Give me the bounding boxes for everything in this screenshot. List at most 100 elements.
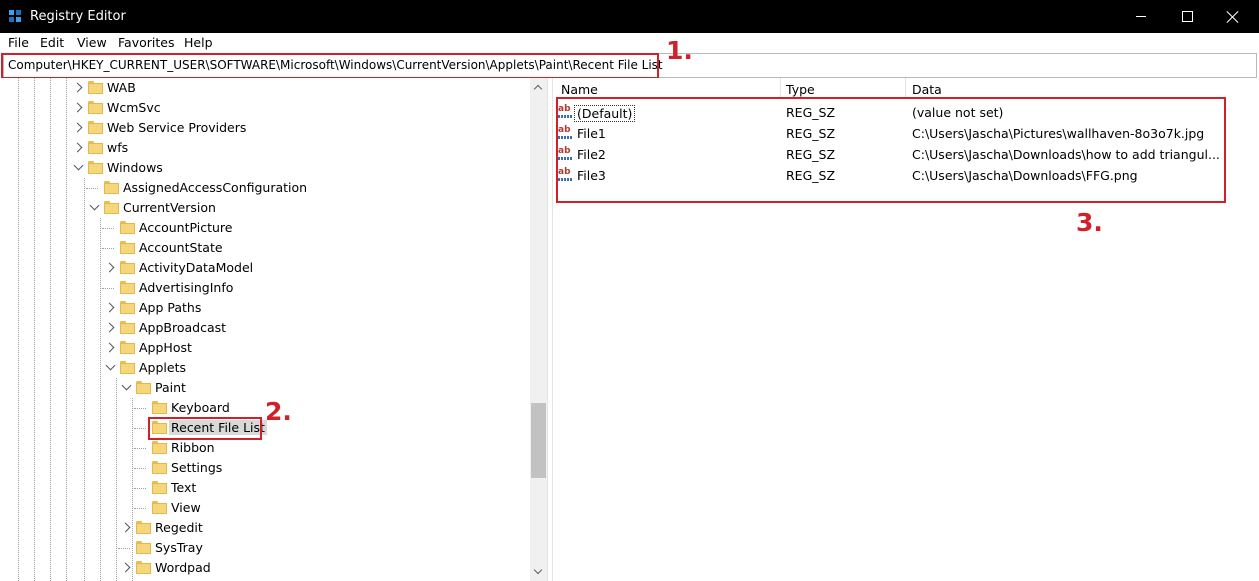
menu-favorites[interactable]: Favorites: [118, 35, 174, 50]
tree-scrollbar-thumb[interactable]: [531, 403, 546, 478]
column-header-data[interactable]: Data: [906, 78, 1246, 98]
title-bar[interactable]: Registry Editor: [0, 0, 1259, 33]
tree-node-label[interactable]: AccountState: [139, 240, 223, 255]
tree-guide-line: [134, 428, 146, 429]
menu-view[interactable]: View: [77, 35, 107, 50]
tree-node-label[interactable]: WcmSvc: [107, 100, 161, 115]
menu-edit[interactable]: Edit: [40, 35, 64, 50]
tree-node-label[interactable]: AdvertisingInfo: [139, 280, 233, 295]
close-button[interactable]: [1210, 0, 1256, 33]
tree-node-label[interactable]: Settings: [171, 460, 222, 475]
tree-node[interactable]: Wordpad: [0, 558, 530, 578]
tree-node[interactable]: SysTray: [0, 538, 530, 558]
tree-node-label[interactable]: AppBroadcast: [139, 320, 226, 335]
tree-node-label[interactable]: Wordpad: [155, 560, 211, 575]
menu-file[interactable]: File: [8, 35, 29, 50]
tree-node-label[interactable]: Regedit: [155, 520, 203, 535]
tree-guide-line: [134, 508, 146, 509]
tree-node[interactable]: AssignedAccessConfiguration: [0, 178, 530, 198]
tree-node[interactable]: AccountPicture: [0, 218, 530, 238]
chevron-right-icon[interactable]: [72, 102, 83, 113]
tree-node[interactable]: WcmSvc: [0, 98, 530, 118]
tree-node[interactable]: AppBroadcast: [0, 318, 530, 338]
tree-node-label[interactable]: wfs: [107, 140, 128, 155]
tree-node-label[interactable]: WAB: [107, 80, 136, 95]
tree-node-label[interactable]: ActivityDataModel: [139, 260, 253, 275]
tree-node-label[interactable]: AccountPicture: [139, 220, 232, 235]
chevron-right-icon[interactable]: [72, 122, 83, 133]
tree-node[interactable]: AppHost: [0, 338, 530, 358]
tree-node-label[interactable]: Applets: [139, 360, 186, 375]
chevron-down-icon[interactable]: [73, 160, 84, 171]
chevron-right-icon[interactable]: [104, 262, 115, 273]
close-icon: [1227, 11, 1239, 23]
chevron-right-icon[interactable]: [104, 342, 115, 353]
tree-node[interactable]: App Paths: [0, 298, 530, 318]
folder-icon: [152, 461, 167, 474]
chevron-down-icon[interactable]: [121, 380, 132, 391]
chevron-right-icon[interactable]: [120, 522, 131, 533]
tree-guide-line: [134, 488, 146, 489]
tree-node-label[interactable]: Keyboard: [171, 400, 230, 415]
folder-icon: [120, 281, 135, 294]
menu-help[interactable]: Help: [184, 35, 213, 50]
column-header-name[interactable]: Name: [553, 78, 780, 98]
tree-node-label[interactable]: Web Service Providers: [107, 120, 246, 135]
tree-node[interactable]: Windows: [0, 158, 530, 178]
tree-node-label[interactable]: SysTray: [155, 540, 203, 555]
tree-node-label[interactable]: Paint: [155, 380, 186, 395]
chevron-right-icon[interactable]: [120, 562, 131, 573]
tree-node-label[interactable]: Text: [171, 480, 196, 495]
folder-icon: [120, 301, 135, 314]
window-title: Registry Editor: [30, 9, 126, 24]
minimize-button[interactable]: [1118, 0, 1164, 33]
tree-guide-line: [102, 288, 114, 289]
scroll-down-arrow-icon[interactable]: [533, 565, 543, 575]
tree-node[interactable]: Paint: [0, 378, 530, 398]
tree-node[interactable]: wfs: [0, 138, 530, 158]
registry-editor-window: Registry Editor File Edit View Favorites…: [0, 0, 1259, 581]
folder-icon: [136, 541, 151, 554]
tree-scrollbar[interactable]: [530, 78, 547, 581]
maximize-icon: [1181, 11, 1193, 22]
chevron-down-icon[interactable]: [89, 200, 100, 211]
tree-node[interactable]: WAB: [0, 78, 530, 98]
tree-node[interactable]: AccountState: [0, 238, 530, 258]
chevron-down-icon[interactable]: [105, 360, 116, 371]
maximize-button[interactable]: [1164, 0, 1210, 33]
tree-node[interactable]: ActivityDataModel: [0, 258, 530, 278]
tree-node-label[interactable]: Windows: [107, 160, 163, 175]
tree-node[interactable]: Text: [0, 478, 530, 498]
folder-icon: [88, 81, 103, 94]
annotation-box-selected-key: [148, 417, 262, 440]
tree-node[interactable]: Applets: [0, 358, 530, 378]
tree-node-label[interactable]: View: [171, 500, 201, 515]
tree-node[interactable]: CurrentVersion: [0, 198, 530, 218]
column-header-type[interactable]: Type: [781, 78, 905, 98]
scroll-up-arrow-icon[interactable]: [533, 84, 543, 94]
tree-node-label[interactable]: AssignedAccessConfiguration: [123, 180, 307, 195]
tree-guide-line: [118, 548, 130, 549]
tree-guide-line: [102, 228, 114, 229]
folder-icon: [152, 481, 167, 494]
tree-guide-line: [134, 448, 146, 449]
tree-node-label[interactable]: CurrentVersion: [123, 200, 216, 215]
chevron-right-icon[interactable]: [104, 302, 115, 313]
tree-node[interactable]: AdvertisingInfo: [0, 278, 530, 298]
tree-node[interactable]: Settings: [0, 458, 530, 478]
folder-icon: [120, 321, 135, 334]
tree-node[interactable]: Web Service Providers: [0, 118, 530, 138]
tree-node-label[interactable]: App Paths: [139, 300, 201, 315]
annotation-box-values: [556, 97, 1226, 203]
chevron-right-icon[interactable]: [72, 142, 83, 153]
chevron-right-icon[interactable]: [104, 322, 115, 333]
tree-node[interactable]: Ribbon: [0, 438, 530, 458]
chevron-right-icon[interactable]: [72, 82, 83, 93]
key-tree-pane[interactable]: WAB WcmSvc Web Service Providers wfs Windows…: [0, 78, 530, 581]
tree-node-label[interactable]: AppHost: [139, 340, 192, 355]
folder-icon: [136, 381, 151, 394]
tree-node-label[interactable]: Ribbon: [171, 440, 215, 455]
folder-icon: [88, 161, 103, 174]
tree-node[interactable]: Regedit: [0, 518, 530, 538]
tree-node[interactable]: View: [0, 498, 530, 518]
